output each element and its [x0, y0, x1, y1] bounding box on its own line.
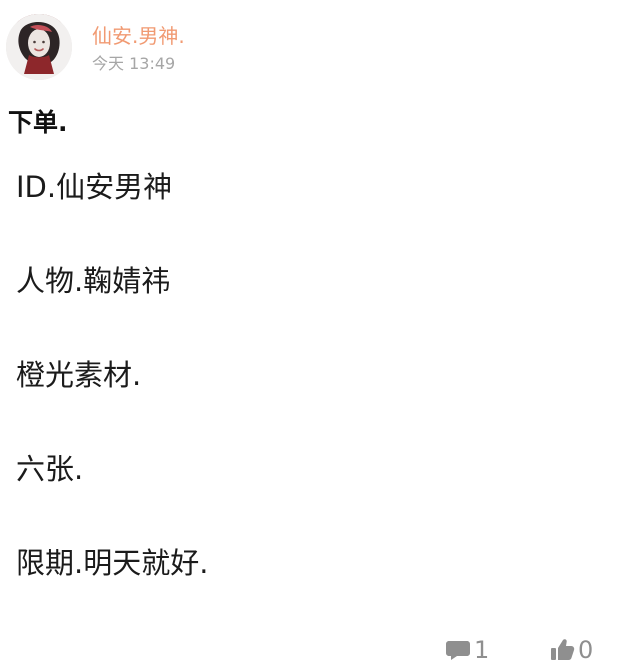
like-button[interactable]: 0: [548, 636, 593, 664]
post-header: 仙安.男神. 今天 13:49: [92, 24, 185, 74]
post-line-material: 橙光素材.: [16, 358, 142, 392]
post-time: 今天 13:49: [92, 54, 176, 73]
post-title: 下单.: [8, 108, 68, 137]
avatar-image: [6, 14, 72, 80]
avatar[interactable]: [6, 14, 72, 80]
post-line-character: 人物.鞠婧祎: [16, 264, 171, 298]
comment-icon: [446, 641, 470, 660]
thumbs-up-icon: [551, 639, 575, 660]
like-count: 0: [578, 636, 594, 664]
post-page: 仙安.男神. 今天 13:49 下单. ID.仙安男神 人物.鞠婧祎 橙光素材.…: [0, 0, 640, 672]
post-line-quantity: 六张.: [16, 452, 84, 486]
username[interactable]: 仙安.男神.: [92, 24, 185, 48]
comment-button[interactable]: 1: [444, 636, 489, 664]
post-line-deadline: 限期.明天就好.: [16, 546, 209, 580]
comment-count: 1: [474, 636, 490, 664]
post-line-id: ID.仙安男神: [16, 170, 173, 204]
